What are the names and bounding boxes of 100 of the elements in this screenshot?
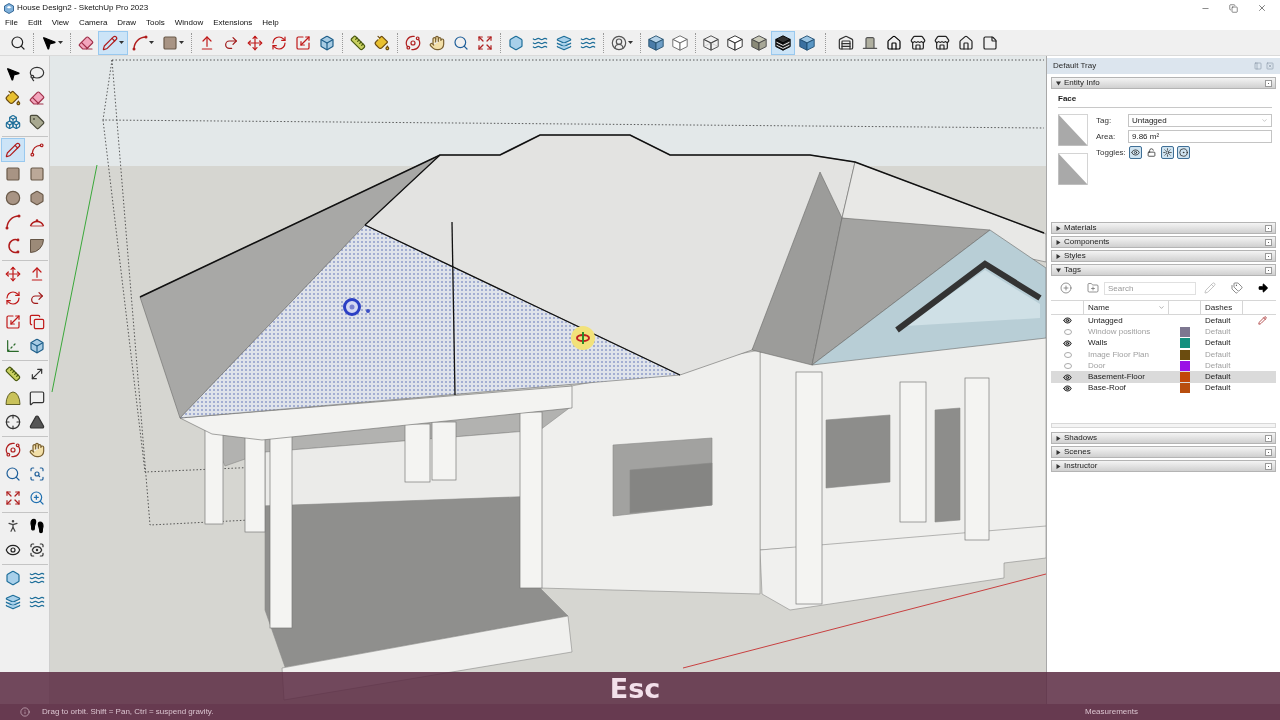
speech-bubble-icon — [29, 390, 45, 406]
menu-item[interactable]: Extensions — [213, 18, 253, 28]
expand-arrows-icon — [5, 490, 21, 506]
store-icon — [934, 34, 950, 51]
eye-icon[interactable] — [1063, 316, 1072, 326]
field-label: Tag: — [1096, 115, 1113, 126]
curved-arrow-icon — [223, 34, 239, 51]
tag-color-swatch[interactable] — [1180, 326, 1190, 337]
menu-item[interactable]: Help — [262, 18, 279, 28]
eye-icon[interactable] — [1063, 383, 1072, 393]
menu-item[interactable]: Edit — [27, 18, 42, 28]
curve-icon — [29, 142, 45, 158]
hexagon-icon — [508, 34, 524, 51]
cube-outline-icon — [672, 34, 688, 51]
padlock-icon — [1147, 148, 1156, 157]
column-header[interactable]: Name — [1084, 301, 1169, 314]
pencil-button[interactable] — [98, 30, 128, 55]
panel-header[interactable]: Tags — [1051, 264, 1276, 276]
panel-header[interactable]: Scenes — [1051, 446, 1276, 458]
panel-header[interactable]: Shadows — [1051, 432, 1276, 444]
tag-name: Image Floor Plan — [1087, 349, 1150, 360]
rectangle-icon — [29, 166, 45, 182]
tag-dropdown[interactable]: Untagged — [1128, 114, 1272, 127]
front-material-swatch[interactable] — [1058, 114, 1088, 146]
dashes-value: Default — [1204, 360, 1232, 371]
sun-icon — [1163, 148, 1172, 157]
panel-header[interactable]: Entity Info — [1051, 77, 1276, 89]
receive-shadows-toggle[interactable] — [1177, 146, 1190, 159]
arrow-right-icon[interactable] — [1257, 282, 1269, 294]
lasso-icon — [29, 66, 45, 82]
paint-bucket-icon — [374, 34, 390, 51]
warehouse-icon — [838, 34, 854, 51]
menu-item[interactable]: Window — [174, 18, 204, 28]
menu-item[interactable]: View — [51, 18, 69, 28]
dashes-value: Default — [1204, 372, 1232, 383]
arc-icon — [132, 34, 148, 51]
panel-title: Entity Info — [1064, 78, 1100, 88]
search-field[interactable]: Search — [1104, 281, 1196, 295]
crosshair-icon — [5, 414, 21, 430]
cube-icon — [319, 34, 335, 51]
panel-header[interactable]: Components — [1051, 236, 1276, 248]
tag-color-swatch[interactable] — [1180, 360, 1190, 371]
dashes-value: Default — [1204, 349, 1232, 360]
panel-header[interactable]: Materials — [1051, 222, 1276, 234]
visibility-toggle[interactable] — [1129, 146, 1142, 159]
eye-frame-icon — [29, 542, 45, 558]
pencil-button[interactable] — [1, 138, 25, 162]
panel-header[interactable]: Styles — [1051, 250, 1276, 262]
caret-icon — [119, 41, 124, 44]
tag-name: Door — [1087, 360, 1107, 371]
expand-arrows-icon — [477, 34, 493, 51]
column-header[interactable]: Dashes — [1201, 301, 1243, 314]
orbit-cursor-icon — [343, 298, 370, 316]
eye-icon[interactable] — [1063, 372, 1072, 382]
panel-title: Tags — [1064, 265, 1081, 275]
column-title: Name — [1088, 302, 1110, 313]
tag-color-swatch[interactable] — [1180, 383, 1190, 394]
cube-icon — [648, 34, 664, 51]
striped-cube-button[interactable] — [771, 30, 795, 55]
eraser-icon — [78, 34, 94, 51]
tag-color-swatch[interactable] — [1180, 349, 1190, 360]
tray-title: Default Tray — [1053, 61, 1097, 71]
tag-color-swatch[interactable] — [1180, 338, 1190, 349]
lock-toggle[interactable] — [1145, 146, 1158, 159]
boxes-icon — [5, 114, 21, 130]
ruler-icon — [350, 34, 366, 51]
overlapping-squares-icon — [29, 314, 45, 330]
eye-icon[interactable] — [1063, 338, 1072, 348]
orbit-icon — [5, 442, 21, 458]
click-highlight-icon — [571, 326, 595, 350]
menu-item[interactable]: Camera — [78, 18, 108, 28]
menu-item[interactable]: Draw — [117, 18, 136, 28]
pie-slice-icon — [29, 238, 45, 254]
wireframe-cube-icon — [703, 34, 719, 51]
panel-header[interactable]: Instructor — [1051, 460, 1276, 472]
tag-row[interactable]: Basement-Floor Default — [1051, 371, 1276, 383]
resize-arrow-icon — [295, 34, 311, 51]
eraser-icon — [29, 90, 45, 106]
hand-icon — [429, 34, 445, 51]
curved-arrow-icon — [29, 290, 45, 306]
person-icon — [5, 518, 21, 534]
dashes-value: Default — [1204, 326, 1232, 337]
tag-color-swatch[interactable] — [1180, 372, 1190, 383]
menu-item[interactable]: Tools — [146, 18, 165, 28]
rectangle-icon — [5, 166, 21, 182]
folder-plus-icon[interactable] — [1087, 282, 1099, 294]
back-material-swatch[interactable] — [1058, 153, 1088, 185]
area-field[interactable]: 9.86 m² — [1128, 130, 1272, 143]
close-icon[interactable] — [1257, 3, 1267, 13]
cast-shadows-toggle[interactable] — [1161, 146, 1174, 159]
user-icon — [611, 34, 627, 51]
caret-icon — [149, 41, 154, 44]
tags-icon[interactable] — [1231, 282, 1243, 294]
magnifier-icon — [5, 466, 21, 482]
tag-name: Base-Roof — [1087, 383, 1127, 394]
zoom-in-icon — [29, 490, 45, 506]
eye-icon — [5, 542, 21, 558]
panel-title: Styles — [1064, 251, 1086, 261]
tag-name: Window positions — [1087, 326, 1152, 337]
menu-item[interactable]: File — [5, 18, 18, 28]
